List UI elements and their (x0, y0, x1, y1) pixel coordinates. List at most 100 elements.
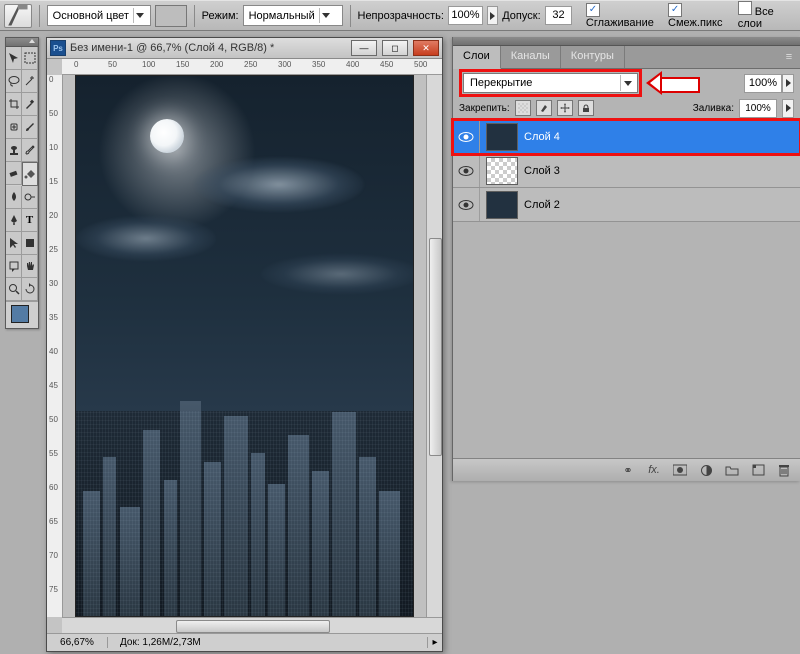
blend-mode-highlight: Перекрытие (459, 69, 642, 97)
document-title: Без имени-1 @ 66,7% (Слой 4, RGB/8) * (70, 42, 346, 54)
pen-tool[interactable] (6, 209, 22, 232)
fg-color-swatch[interactable] (11, 305, 29, 323)
document-window: Ps Без имени-1 @ 66,7% (Слой 4, RGB/8) *… (46, 37, 443, 652)
blur-tool[interactable] (6, 186, 22, 209)
minimize-button[interactable]: — (351, 40, 377, 56)
separator (39, 5, 40, 27)
eyedropper-tool[interactable] (22, 93, 38, 116)
mode-combo[interactable]: Нормальный (243, 5, 343, 26)
alllayers-checkbox[interactable]: Все слои (738, 1, 796, 30)
zoom-tool[interactable] (6, 278, 22, 301)
panel-footer: ⚭ fx. (453, 458, 800, 481)
opacity-input[interactable]: 100% (448, 6, 483, 25)
close-button[interactable]: ✕ (413, 40, 439, 56)
lasso-tool[interactable] (6, 70, 22, 93)
layer-opacity-input[interactable]: 100% (744, 74, 782, 93)
shape-tool[interactable] (22, 232, 38, 255)
type-tool[interactable]: T (22, 209, 38, 232)
lock-label: Закрепить: (459, 103, 510, 114)
doc-info[interactable]: Док: 1,26M/2,73M (108, 637, 427, 648)
layer-name[interactable]: Слой 3 (524, 165, 800, 177)
layer-name[interactable]: Слой 4 (524, 131, 800, 143)
ps-icon: Ps (50, 40, 66, 56)
current-tool-icon[interactable] (4, 4, 32, 28)
annotation-arrow (646, 71, 704, 95)
layer-list: Слой 4 Слой 3 Слой 2 (453, 120, 800, 222)
foreground-combo[interactable]: Основной цвет (47, 5, 152, 26)
link-layers-icon[interactable]: ⚭ (620, 462, 636, 478)
canvas[interactable] (63, 75, 426, 617)
mode-label: Режим: (202, 10, 239, 22)
workspace: T Ps Без имени-1 @ 66,7% (Слой 4, RGB/8)… (0, 31, 800, 654)
lock-position-icon[interactable] (557, 100, 573, 116)
tab-paths[interactable]: Контуры (561, 46, 625, 68)
tab-layers[interactable]: Слои (453, 46, 501, 69)
layer-row[interactable]: Слой 2 (453, 188, 800, 222)
healing-tool[interactable] (6, 116, 22, 139)
visibility-icon[interactable] (453, 120, 480, 153)
layer-name[interactable]: Слой 2 (524, 199, 800, 211)
contiguous-checkbox[interactable]: Смеж.пикс (668, 3, 734, 29)
color-swatches[interactable] (6, 301, 38, 328)
fx-icon[interactable]: fx. (646, 462, 662, 478)
trash-icon[interactable] (776, 462, 792, 478)
lock-transparency-icon[interactable] (515, 100, 531, 116)
blend-mode-combo[interactable]: Перекрытие (463, 73, 638, 93)
titlebar[interactable]: Ps Без имени-1 @ 66,7% (Слой 4, RGB/8) *… (47, 38, 442, 59)
history-brush-tool[interactable] (22, 139, 38, 162)
hand-tool[interactable] (22, 255, 38, 278)
ruler-horizontal[interactable]: 050100150200250300350400450500 (62, 59, 442, 75)
wand-tool[interactable] (22, 70, 38, 93)
antialias-checkbox[interactable]: Сглаживание (586, 3, 664, 29)
bucket-tool[interactable] (22, 162, 38, 186)
marquee-tool[interactable] (22, 47, 38, 70)
mode-value: Нормальный (249, 10, 315, 22)
mask-icon[interactable] (672, 462, 688, 478)
opacity-flyout[interactable] (487, 6, 498, 25)
status-bar: 66,67% Док: 1,26M/2,73M ▸ (47, 633, 442, 651)
zoom-display[interactable]: 66,67% (47, 637, 108, 648)
eraser-tool[interactable] (6, 162, 22, 185)
maximize-button[interactable]: ◻ (382, 40, 408, 56)
crop-tool[interactable] (6, 93, 22, 116)
tab-channels[interactable]: Каналы (501, 46, 561, 68)
lock-all-icon[interactable] (578, 100, 594, 116)
notes-tool[interactable] (6, 255, 22, 278)
toolbox-grip[interactable] (6, 38, 38, 47)
lock-pixels-icon[interactable] (536, 100, 552, 116)
move-tool[interactable] (6, 47, 22, 70)
brush-tool[interactable] (22, 116, 38, 139)
scrollbar-vertical[interactable] (426, 75, 442, 617)
layers-panel: Слои Каналы Контуры ≡ Перекрытие 100% За… (452, 37, 800, 481)
tolerance-input[interactable]: 32 (545, 6, 573, 25)
panel-grip[interactable] (453, 37, 800, 46)
foreground-label: Основной цвет (53, 10, 129, 22)
visibility-icon[interactable] (453, 154, 480, 187)
adjustment-icon[interactable] (698, 462, 714, 478)
dodge-tool[interactable] (22, 186, 38, 209)
layer-thumb[interactable] (486, 157, 518, 185)
scrollbar-horizontal[interactable] (62, 617, 442, 633)
layer-thumb[interactable] (486, 123, 518, 151)
color-swatch[interactable] (155, 5, 186, 27)
toolbox: T (5, 37, 39, 329)
opacity-label: Непрозрачность: (358, 10, 444, 22)
tolerance-label: Допуск: (502, 10, 540, 22)
new-layer-icon[interactable] (750, 462, 766, 478)
stamp-tool[interactable] (6, 139, 22, 162)
group-icon[interactable] (724, 462, 740, 478)
rotate-tool[interactable] (22, 278, 38, 301)
path-select-tool[interactable] (6, 232, 22, 255)
visibility-icon[interactable] (453, 188, 480, 221)
layer-row[interactable]: Слой 3 (453, 154, 800, 188)
panel-menu-icon[interactable]: ≡ (778, 46, 800, 68)
options-bar: Основной цвет Режим: Нормальный Непрозра… (0, 0, 800, 31)
layer-opacity-flyout[interactable] (782, 74, 794, 93)
statusbar-flyout[interactable]: ▸ (427, 637, 442, 648)
fill-flyout[interactable] (782, 99, 794, 118)
blend-mode-value: Перекрытие (470, 77, 532, 89)
fill-input[interactable]: 100% (739, 99, 777, 118)
layer-row[interactable]: Слой 4 (453, 120, 800, 154)
ruler-vertical[interactable]: 0501015202530354045505560657075 (47, 75, 63, 617)
layer-thumb[interactable] (486, 191, 518, 219)
